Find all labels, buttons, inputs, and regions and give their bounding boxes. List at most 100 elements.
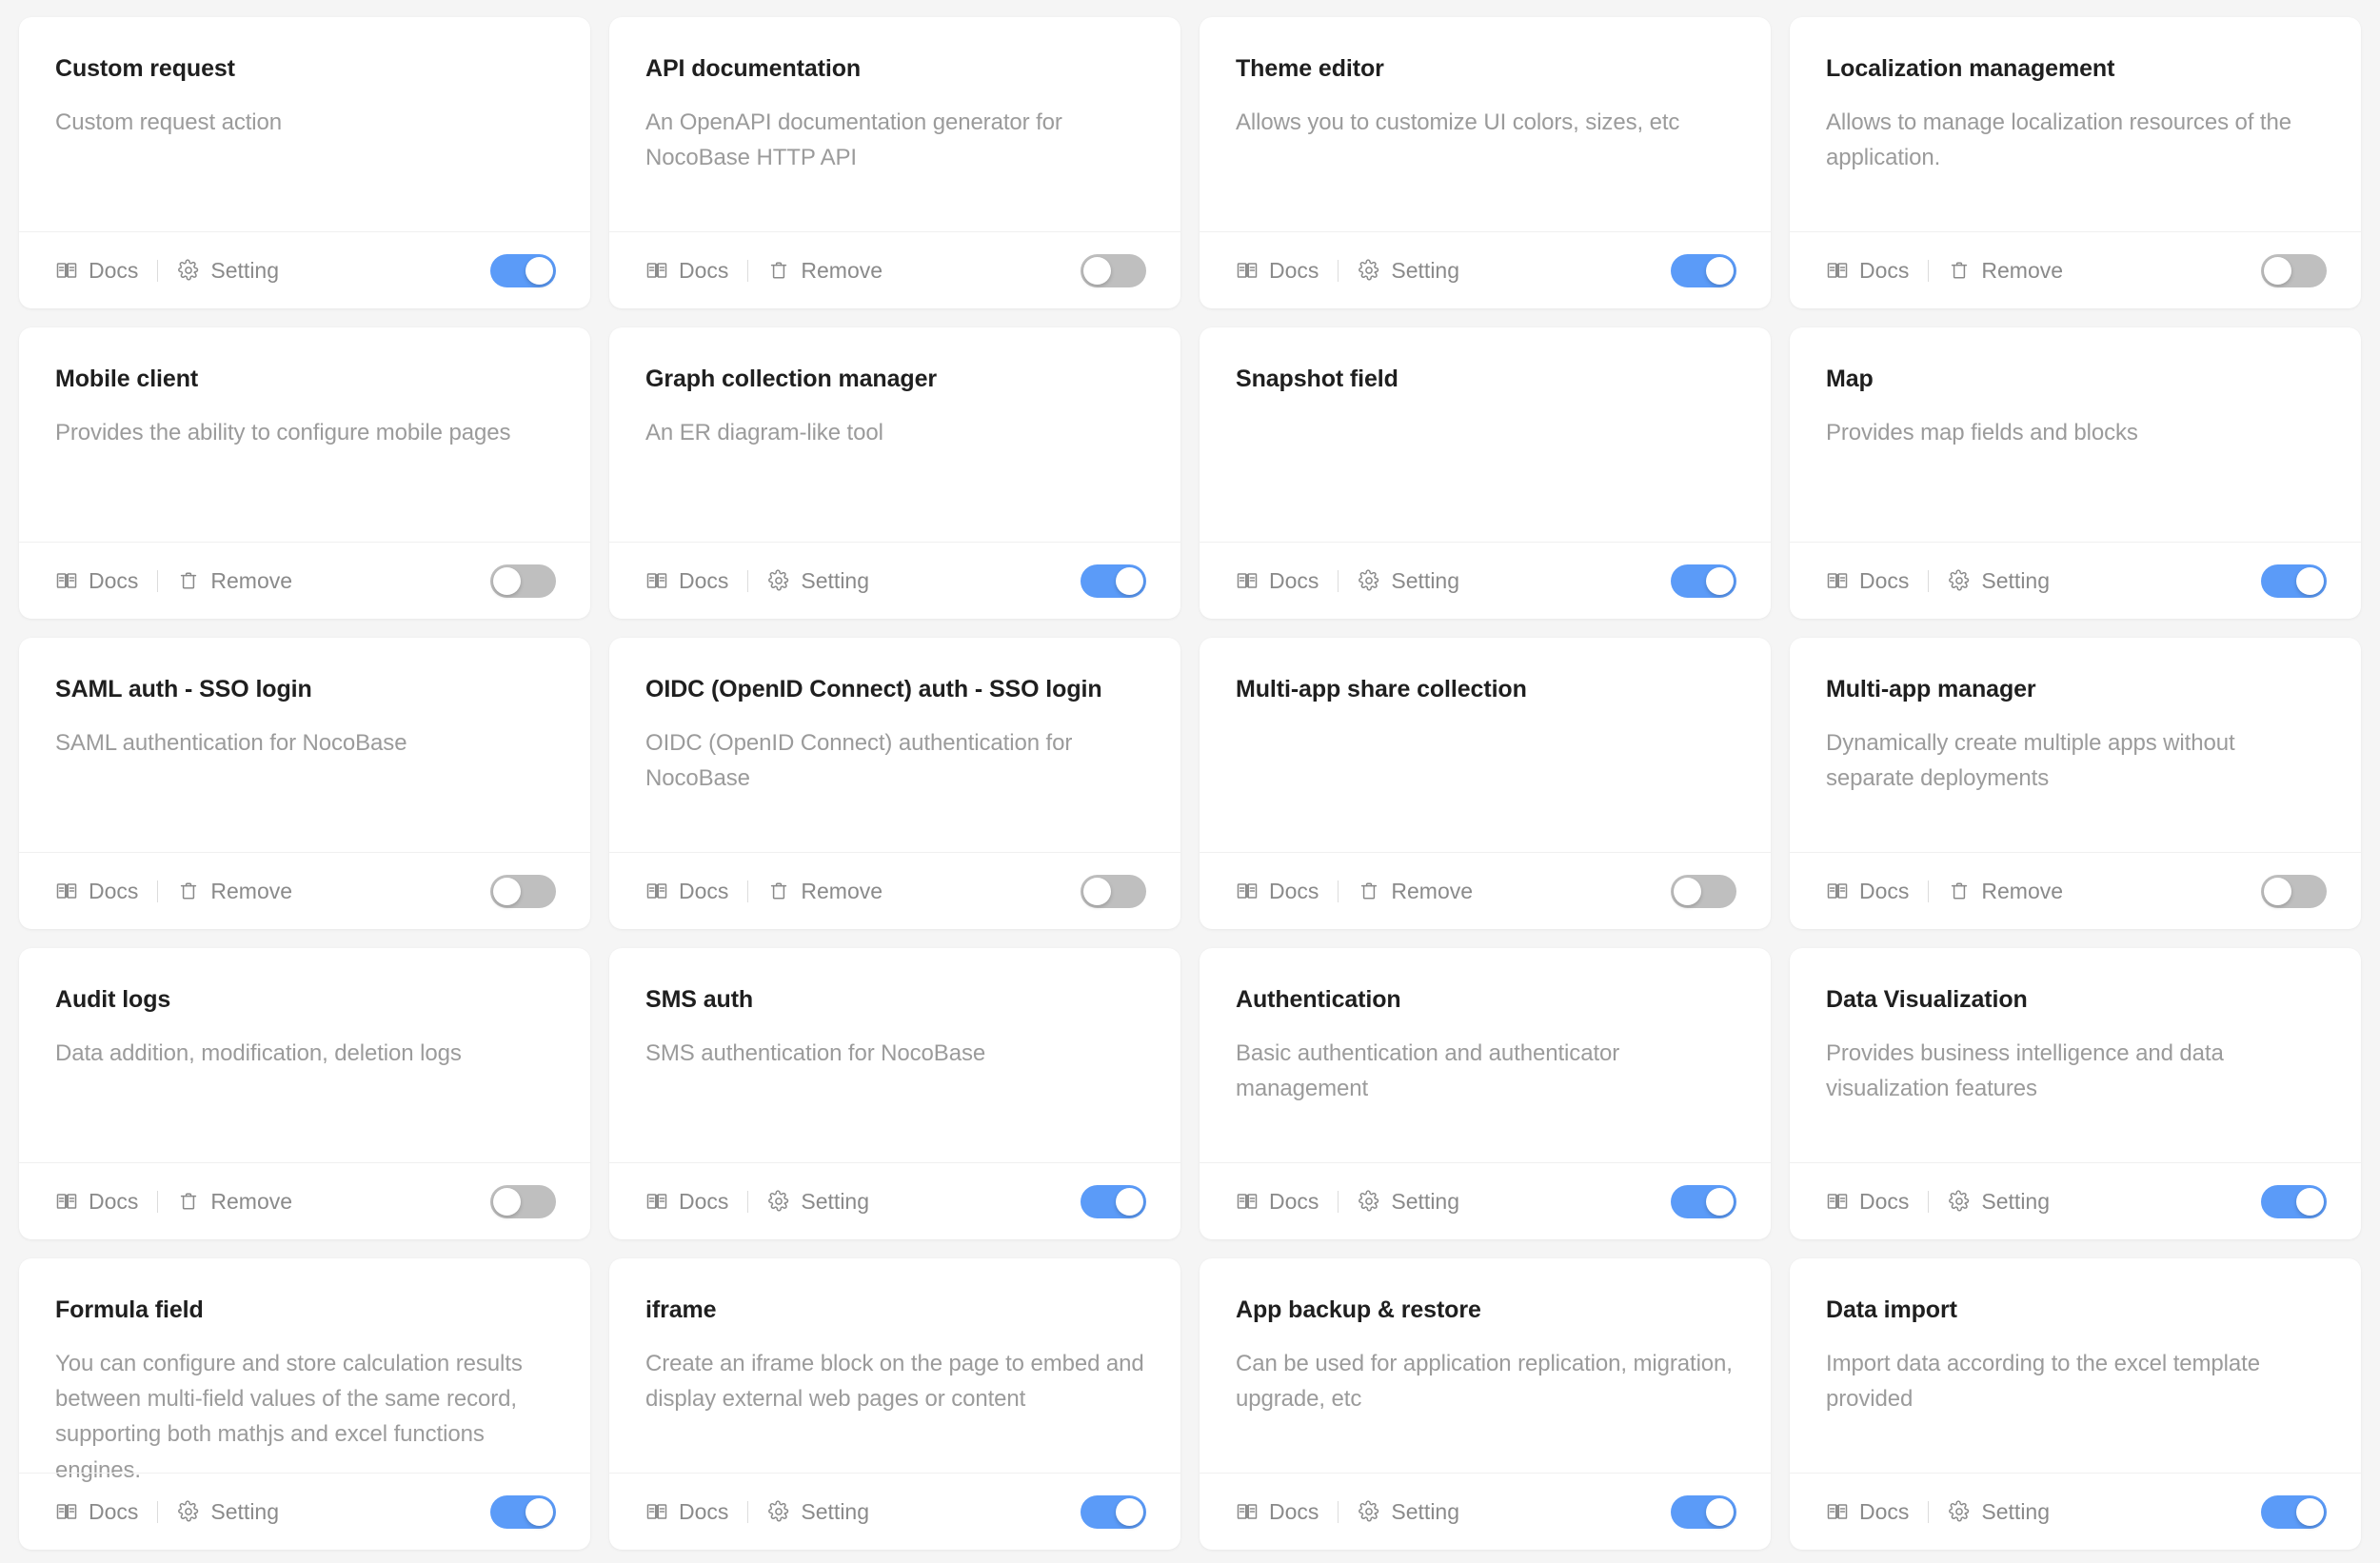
plugin-card: Multi-app manager Dynamically create mul… [1790,638,2361,929]
plugin-description: Allows to manage localization resources … [1826,105,2325,176]
plugin-action-label: Remove [801,260,883,282]
plugin-card-body: Data Visualization Provides business int… [1790,948,2361,1162]
plugin-action-label: Setting [210,1501,279,1523]
gear-icon [1358,569,1380,592]
plugin-enable-toggle[interactable] [1081,254,1146,287]
plugin-secondary-action[interactable]: Remove [1358,880,1473,902]
docs-label: Docs [89,880,138,902]
docs-label: Docs [679,570,728,592]
docs-link[interactable]: Docs [1236,569,1319,592]
plugin-action-label: Setting [801,1191,869,1213]
plugin-enable-toggle[interactable] [1081,1495,1146,1529]
plugin-secondary-action[interactable]: Remove [767,259,883,282]
plugin-enable-toggle[interactable] [490,1495,556,1529]
plugin-secondary-action[interactable]: Setting [767,569,869,592]
plugin-enable-toggle[interactable] [2261,254,2327,287]
action-divider [747,1191,748,1213]
plugin-enable-toggle[interactable] [490,564,556,598]
trash-icon [1358,880,1380,902]
docs-link[interactable]: Docs [55,1500,138,1523]
plugin-action-label: Setting [1391,570,1459,592]
docs-link[interactable]: Docs [55,569,138,592]
docs-link[interactable]: Docs [645,880,728,902]
docs-label: Docs [1859,260,1909,282]
plugin-secondary-action[interactable]: Setting [767,1190,869,1213]
docs-link[interactable]: Docs [1236,1190,1319,1213]
plugin-enable-toggle[interactable] [490,1185,556,1218]
plugin-secondary-action[interactable]: Setting [1358,1190,1459,1213]
docs-link[interactable]: Docs [645,259,728,282]
plugin-card: Data Visualization Provides business int… [1790,948,2361,1239]
plugin-enable-toggle[interactable] [2261,1495,2327,1529]
plugin-enable-toggle[interactable] [2261,1185,2327,1218]
plugin-action-label: Setting [1981,1501,2050,1523]
docs-link[interactable]: Docs [645,1190,728,1213]
plugin-actions: Docs Remove [645,259,1081,282]
plugin-enable-toggle[interactable] [1081,564,1146,598]
plugin-enable-toggle[interactable] [2261,875,2327,908]
plugin-secondary-action[interactable]: Setting [177,259,279,282]
toggle-knob [1083,878,1111,905]
plugin-enable-toggle[interactable] [1081,875,1146,908]
plugin-secondary-action[interactable]: Setting [1948,569,2050,592]
plugin-secondary-action[interactable]: Setting [767,1500,869,1523]
plugin-enable-toggle[interactable] [490,254,556,287]
docs-label: Docs [1859,1501,1909,1523]
plugin-secondary-action[interactable]: Setting [1948,1500,2050,1523]
docs-link[interactable]: Docs [55,259,138,282]
gear-icon [1358,1190,1380,1213]
plugin-enable-toggle[interactable] [1671,875,1736,908]
plugin-card: iframe Create an iframe block on the pag… [609,1258,1180,1550]
docs-link[interactable]: Docs [1236,1500,1319,1523]
book-icon [1826,1190,1849,1213]
plugin-enable-toggle[interactable] [1671,564,1736,598]
docs-link[interactable]: Docs [1236,259,1319,282]
toggle-knob [2264,878,2291,905]
docs-link[interactable]: Docs [1826,880,1909,902]
toggle-knob [526,1498,553,1526]
docs-label: Docs [89,570,138,592]
plugin-description: OIDC (OpenID Connect) authentication for… [645,725,1144,797]
plugin-secondary-action[interactable]: Remove [767,880,883,902]
plugin-secondary-action[interactable]: Remove [1948,880,2063,902]
docs-link[interactable]: Docs [55,880,138,902]
docs-link[interactable]: Docs [1826,1190,1909,1213]
plugin-secondary-action[interactable]: Remove [177,1190,292,1213]
plugin-title: API documentation [645,53,1144,85]
plugin-card-footer: Docs Setting [1790,1473,2361,1550]
plugin-secondary-action[interactable]: Setting [1358,1500,1459,1523]
plugin-enable-toggle[interactable] [1081,1185,1146,1218]
book-icon [55,1500,78,1523]
plugin-card: Custom request Custom request action [19,17,590,308]
toggle-knob [1706,567,1734,595]
plugin-secondary-action[interactable]: Setting [177,1500,279,1523]
plugin-enable-toggle[interactable] [2261,564,2327,598]
plugin-enable-toggle[interactable] [1671,1185,1736,1218]
plugin-secondary-action[interactable]: Setting [1358,259,1459,282]
plugin-action-label: Remove [210,570,292,592]
plugin-description: Provides the ability to configure mobile… [55,415,554,450]
plugin-secondary-action[interactable]: Remove [1948,259,2063,282]
docs-link[interactable]: Docs [645,1500,728,1523]
action-divider [157,1501,158,1523]
docs-link[interactable]: Docs [55,1190,138,1213]
docs-link[interactable]: Docs [1826,1500,1909,1523]
docs-link[interactable]: Docs [1826,569,1909,592]
plugin-secondary-action[interactable]: Remove [177,569,292,592]
plugin-title: Formula field [55,1295,554,1326]
docs-link[interactable]: Docs [645,569,728,592]
plugin-actions: Docs Setting [645,569,1081,592]
plugin-secondary-action[interactable]: Remove [177,880,292,902]
plugin-title: SAML auth - SSO login [55,674,554,705]
plugin-enable-toggle[interactable] [1671,1495,1736,1529]
docs-link[interactable]: Docs [1236,880,1319,902]
toggle-knob [2296,567,2324,595]
docs-link[interactable]: Docs [1826,259,1909,282]
plugin-secondary-action[interactable]: Setting [1358,569,1459,592]
plugin-secondary-action[interactable]: Setting [1948,1190,2050,1213]
plugin-enable-toggle[interactable] [490,875,556,908]
plugin-action-label: Setting [801,1501,869,1523]
plugin-enable-toggle[interactable] [1671,254,1736,287]
plugin-card-footer: Docs Setting [1200,231,1771,308]
toggle-knob [493,567,521,595]
